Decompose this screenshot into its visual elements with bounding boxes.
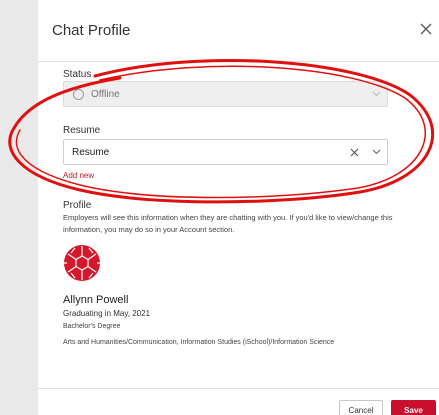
close-icon bbox=[420, 23, 432, 35]
resume-select[interactable]: Resume bbox=[63, 139, 388, 165]
clear-icon[interactable] bbox=[350, 148, 359, 157]
chat-profile-dialog: Chat Profile Status Offline Resume Resum… bbox=[38, 0, 439, 415]
status-label: Status bbox=[63, 69, 92, 80]
chevron-down-icon bbox=[372, 91, 381, 97]
resume-label: Resume bbox=[63, 125, 101, 136]
status-value: Offline bbox=[91, 89, 120, 100]
save-button[interactable]: Save bbox=[391, 400, 436, 415]
profile-degree: Bachelor's Degree bbox=[63, 323, 121, 330]
profile-graduation: Graduating in May, 2021 bbox=[63, 309, 151, 318]
add-new-link[interactable]: Add new bbox=[63, 171, 94, 180]
school-logo-icon bbox=[64, 245, 100, 281]
cancel-button[interactable]: Cancel bbox=[339, 400, 383, 415]
chevron-down-icon bbox=[372, 149, 381, 155]
profile-name: Allynn Powell bbox=[63, 294, 129, 306]
dialog-header: Chat Profile bbox=[38, 0, 439, 62]
profile-description: Employers will see this information when… bbox=[63, 213, 393, 234]
close-button[interactable] bbox=[419, 19, 439, 39]
dialog-footer: Cancel Save bbox=[38, 388, 439, 415]
profile-major: Arts and Humanities/Communication, Infor… bbox=[63, 339, 335, 346]
resume-value: Resume bbox=[72, 147, 110, 158]
status-ring-icon bbox=[73, 89, 84, 100]
profile-label: Profile bbox=[63, 200, 92, 211]
dialog-title: Chat Profile bbox=[52, 22, 131, 39]
status-select[interactable]: Offline bbox=[63, 81, 388, 107]
